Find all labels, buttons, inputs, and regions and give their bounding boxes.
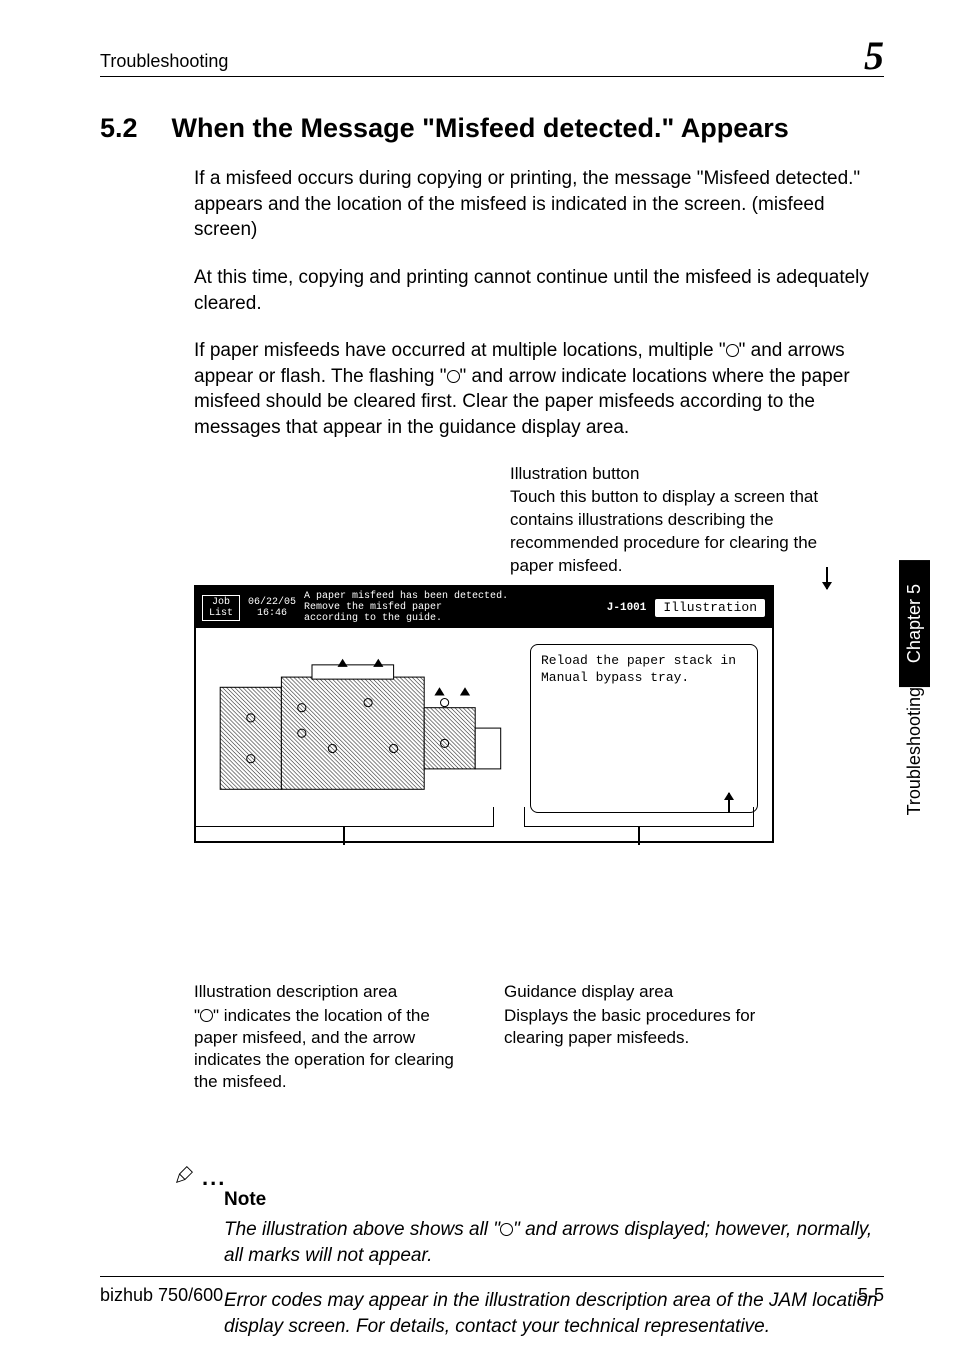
side-thumb-tab: Chapter 5 Troubleshooting	[899, 560, 930, 831]
note-dots: ...	[202, 1172, 226, 1185]
footer-model: bizhub 750/600	[100, 1285, 223, 1306]
note-pencil-icon	[174, 1163, 196, 1185]
paragraph-3: If paper misfeeds have occurred at multi…	[194, 338, 884, 441]
lcd-error-code: J-1001	[607, 602, 647, 614]
circle-icon	[726, 344, 739, 357]
callout-right-title: Guidance display area	[504, 981, 784, 1003]
callout-left-body: "" indicates the location of the paper m…	[194, 1005, 474, 1093]
note-label: Note	[224, 1189, 884, 1211]
callout-illustration-button: Illustration button Touch this button to…	[194, 463, 884, 578]
note-paragraph-1: The illustration above shows all "" and …	[224, 1217, 884, 1268]
footer-page-number: 5-5	[858, 1285, 884, 1306]
bracket-guidance-area	[524, 807, 754, 845]
bracket-illustration-area	[194, 807, 494, 845]
note-block: ... Note The illustration above shows al…	[194, 1163, 884, 1340]
lcd-datetime: 06/22/05 16:46	[248, 597, 296, 619]
section-number: 5.2	[100, 113, 138, 144]
circle-icon	[500, 1223, 513, 1236]
circle-icon	[447, 370, 460, 383]
arrow-down-icon	[826, 567, 828, 589]
job-list-button[interactable]: Job List	[202, 595, 240, 621]
copier-machine-icon	[210, 644, 516, 812]
paragraph-2: At this time, copying and printing canno…	[194, 265, 884, 316]
circle-icon	[200, 1009, 213, 1022]
callout-right-body: Displays the basic procedures for cleari…	[504, 1005, 784, 1049]
illustration-button[interactable]: Illustration	[654, 598, 766, 618]
diagram-container: Illustration button Touch this button to…	[194, 463, 884, 1093]
callout-top-body: Touch this button to display a screen th…	[510, 486, 850, 578]
lcd-message: A paper misfeed has been detected. Remov…	[304, 591, 599, 624]
header-section-title: Troubleshooting	[100, 51, 228, 72]
lcd-screen: Job List 06/22/05 16:46 A paper misfeed …	[194, 585, 774, 842]
lcd-status-bar: Job List 06/22/05 16:46 A paper misfeed …	[196, 587, 772, 628]
guidance-display-area: Reload the paper stack in Manual bypass …	[530, 644, 758, 812]
callout-guidance-description: Guidance display area Displays the basic…	[504, 981, 784, 1093]
side-tab-chapter: Chapter 5	[899, 560, 930, 687]
header-chapter-number: 5	[864, 40, 884, 72]
page-footer: bizhub 750/600 5-5	[100, 1276, 884, 1306]
paragraph-3a: If paper misfeeds have occurred at multi…	[194, 340, 726, 361]
paragraph-1: If a misfeed occurs during copying or pr…	[194, 166, 884, 243]
callout-illustration-description: Illustration description area "" indicat…	[194, 981, 474, 1093]
callout-left-title: Illustration description area	[194, 981, 474, 1003]
callout-top-title: Illustration button	[510, 463, 850, 486]
section-heading: 5.2 When the Message "Misfeed detected."…	[100, 113, 884, 144]
machine-illustration-area	[210, 644, 516, 812]
side-tab-section: Troubleshooting	[899, 687, 930, 831]
section-title-text: When the Message "Misfeed detected." App…	[172, 113, 789, 144]
page-header: Troubleshooting 5	[100, 40, 884, 77]
